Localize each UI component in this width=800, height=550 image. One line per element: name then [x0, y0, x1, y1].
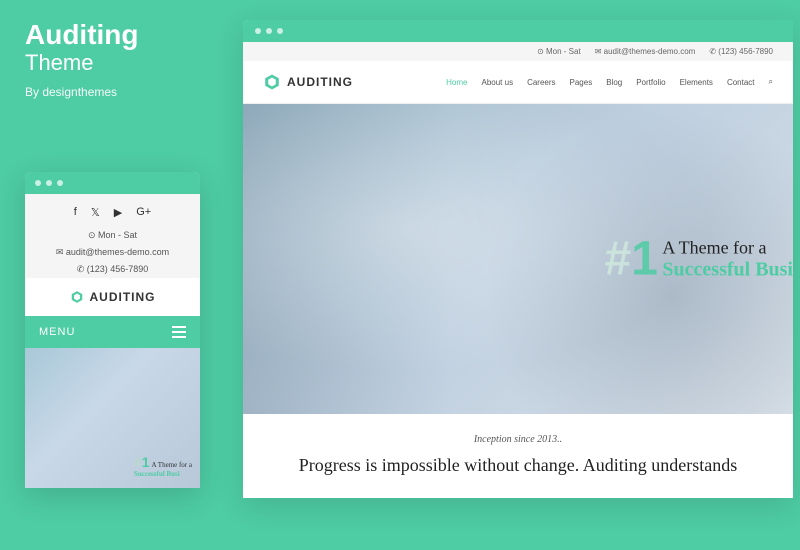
- topbar-phone[interactable]: ✆ (123) 456-7890: [709, 47, 773, 56]
- promo-title: Auditing: [25, 20, 225, 51]
- mobile-menu-button[interactable]: MENU: [25, 316, 200, 348]
- mobile-hero-image: #1 A Theme for aSuccessful Busi: [25, 348, 200, 488]
- nav-item-careers[interactable]: Careers: [527, 78, 555, 87]
- headline-text: Progress is impossible without change. A…: [283, 453, 753, 478]
- desktop-hero-image: #1 A Theme for a Successful Busi: [243, 104, 793, 414]
- hexagon-logo-icon: [70, 290, 84, 304]
- nav-item-blog[interactable]: Blog: [606, 78, 622, 87]
- hero-hash: #1: [134, 454, 150, 470]
- mobile-logo-text: AUDITING: [90, 290, 156, 304]
- desktop-window-chrome: [243, 20, 793, 42]
- mobile-social-bar: f 𝕏 ▶ G+: [25, 194, 200, 227]
- window-dot: [57, 180, 63, 186]
- mobile-logo[interactable]: AUDITING: [25, 278, 200, 316]
- desktop-logo-text: AUDITING: [287, 75, 353, 89]
- mobile-phone: ✆ (123) 456-7890: [25, 261, 200, 278]
- search-icon[interactable]: ⌕: [769, 77, 773, 87]
- window-dot: [255, 28, 261, 34]
- facebook-icon[interactable]: f: [74, 206, 77, 219]
- topbar-email[interactable]: ✉ audit@themes-demo.com: [595, 47, 696, 56]
- window-dot: [46, 180, 52, 186]
- nav-item-home[interactable]: Home: [446, 78, 467, 87]
- desktop-logo[interactable]: AUDITING: [263, 73, 353, 91]
- google-plus-icon[interactable]: G+: [136, 206, 151, 219]
- nav-item-portfolio[interactable]: Portfolio: [636, 78, 665, 87]
- nav-menu: Home About us Careers Pages Blog Portfol…: [446, 77, 773, 87]
- mobile-email: ✉ audit@themes-demo.com: [25, 244, 200, 261]
- desktop-navbar: AUDITING Home About us Careers Pages Blo…: [243, 61, 793, 104]
- window-dot: [35, 180, 41, 186]
- nav-item-about[interactable]: About us: [481, 78, 513, 87]
- mobile-preview: f 𝕏 ▶ G+ ⊙ Mon - Sat ✉ audit@themes-demo…: [25, 172, 200, 488]
- hero-tagline: A Theme for a Successful Busi: [662, 237, 793, 281]
- inception-text: Inception since 2013..: [283, 434, 753, 445]
- desktop-topbar: ⊙ Mon - Sat ✉ audit@themes-demo.com ✆ (1…: [243, 42, 793, 61]
- promo-subtitle: Theme: [25, 51, 225, 75]
- hero-rank: #1: [605, 232, 658, 287]
- nav-item-pages[interactable]: Pages: [570, 78, 593, 87]
- desktop-preview: ⊙ Mon - Sat ✉ audit@themes-demo.com ✆ (1…: [243, 20, 793, 498]
- desktop-content: Inception since 2013.. Progress is impos…: [243, 414, 793, 498]
- nav-item-elements[interactable]: Elements: [680, 78, 713, 87]
- promo-author: By designthemes: [25, 85, 225, 99]
- window-dot: [277, 28, 283, 34]
- hamburger-icon: [172, 326, 186, 338]
- hexagon-logo-icon: [263, 73, 281, 91]
- promo-title-block: Auditing Theme By designthemes: [25, 20, 225, 99]
- window-dot: [266, 28, 272, 34]
- twitter-icon[interactable]: 𝕏: [91, 206, 100, 219]
- mobile-hours: ⊙ Mon - Sat: [25, 227, 200, 244]
- youtube-icon[interactable]: ▶: [114, 206, 122, 219]
- topbar-hours: ⊙ Mon - Sat: [537, 47, 581, 56]
- menu-label: MENU: [39, 326, 75, 338]
- mobile-window-chrome: [25, 172, 200, 194]
- nav-item-contact[interactable]: Contact: [727, 78, 755, 87]
